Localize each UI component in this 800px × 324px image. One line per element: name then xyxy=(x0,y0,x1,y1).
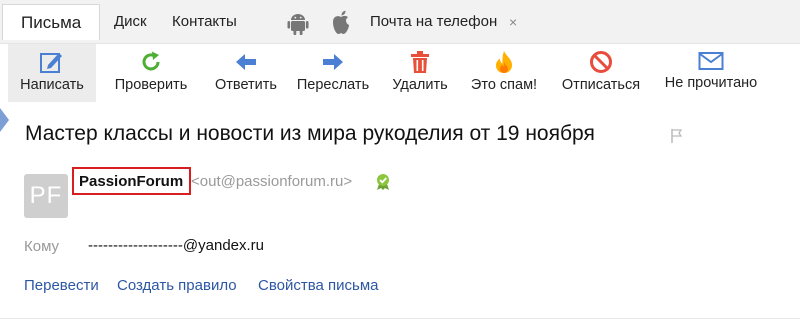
close-icon[interactable]: × xyxy=(509,14,517,30)
spam-button[interactable]: Это спам! xyxy=(462,44,546,102)
sender-email[interactable]: <out@passionforum.ru> xyxy=(191,173,352,190)
flame-icon xyxy=(496,51,512,73)
mark-unread-button[interactable]: Не прочитано xyxy=(656,44,766,102)
delete-label: Удалить xyxy=(392,77,448,93)
forward-label: Переслать xyxy=(296,77,370,93)
top-tabs-bar: Письма Диск Контакты Почта на телефон × xyxy=(0,0,800,44)
check-mail-button[interactable]: Проверить xyxy=(108,44,194,102)
reply-button[interactable]: Ответить xyxy=(205,44,287,102)
unsubscribe-label: Отписаться xyxy=(561,77,641,93)
recipient-email[interactable]: -------------------@yandex.ru xyxy=(88,237,264,254)
delete-button[interactable]: Удалить xyxy=(384,44,456,102)
envelope-icon xyxy=(698,52,724,70)
pencil-icon xyxy=(40,53,62,73)
arrow-right-icon xyxy=(323,54,343,70)
forward-button[interactable]: Переслать xyxy=(290,44,376,102)
check-label: Проверить xyxy=(114,77,188,93)
avatar: PF xyxy=(24,174,68,218)
reply-label: Ответить xyxy=(215,77,277,93)
compose-label: Написать xyxy=(20,77,84,93)
prohibited-icon xyxy=(590,51,612,73)
spam-label: Это спам! xyxy=(470,77,538,93)
trash-icon xyxy=(411,51,429,73)
tab-mail[interactable]: Письма xyxy=(2,4,100,40)
refresh-icon xyxy=(142,51,160,71)
tab-phone-mail[interactable]: Почта на телефон xyxy=(370,6,497,38)
compose-button[interactable]: Написать xyxy=(8,44,96,102)
message-toolbar: Написать Проверить Ответить Переслать Уд… xyxy=(0,44,800,102)
message-subject: Мастер классы и новости из мира рукодели… xyxy=(25,122,595,145)
expand-sidebar-arrow[interactable] xyxy=(0,108,9,132)
tab-contacts[interactable]: Контакты xyxy=(172,6,237,38)
android-icon[interactable] xyxy=(287,12,309,36)
translate-link[interactable]: Перевести xyxy=(24,277,99,294)
arrow-left-icon xyxy=(236,54,256,70)
tab-disk[interactable]: Диск xyxy=(114,6,147,38)
message-properties-link[interactable]: Свойства письма xyxy=(258,277,379,294)
sender-name[interactable]: PassionForum xyxy=(79,173,183,190)
create-rule-link[interactable]: Создать правило xyxy=(117,277,237,294)
to-label: Кому xyxy=(24,238,60,255)
verified-badge-icon xyxy=(377,174,389,190)
unsubscribe-button[interactable]: Отписаться xyxy=(554,44,648,102)
unread-label: Не прочитано xyxy=(664,75,758,91)
apple-icon[interactable] xyxy=(330,10,352,36)
divider xyxy=(0,318,800,319)
flag-icon[interactable] xyxy=(670,128,684,144)
